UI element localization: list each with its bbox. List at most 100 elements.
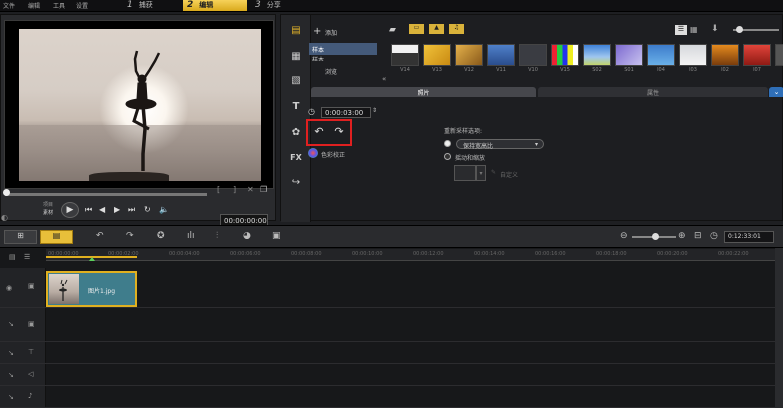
menu-tools[interactable]: 工具 (53, 1, 65, 10)
repeat-icon[interactable]: ↻ (144, 205, 151, 214)
library-thumb[interactable] (455, 44, 483, 66)
audio-mixer-icon[interactable]: ılı (187, 231, 195, 241)
next-frame-icon[interactable]: ▶ (114, 205, 120, 214)
track-visibility-icon[interactable]: ◉ (6, 284, 12, 292)
expand-options-icon[interactable]: ⌄ (769, 87, 783, 97)
volume-icon[interactable]: 🔈 (159, 205, 169, 214)
project-duration-timecode[interactable]: 0:12:33:01 (724, 231, 774, 243)
library-thumb[interactable] (647, 44, 675, 66)
media-icon[interactable]: ▤ (287, 25, 305, 39)
timeline-clip[interactable]: 图片1.jpg (46, 271, 137, 307)
library-thumb[interactable] (583, 44, 611, 66)
folder-icon[interactable]: ▰ (389, 25, 396, 35)
library-thumb[interactable] (423, 44, 451, 66)
zoom-in-icon[interactable]: ⊕ (678, 231, 686, 241)
pan-zoom-label[interactable]: 摇动和缩放 (455, 153, 485, 162)
subtitle-icon[interactable]: ▣ (272, 231, 281, 241)
rotate-left-icon[interactable]: ↶ (311, 125, 327, 141)
preset-dropdown-icon[interactable]: ▾ (476, 165, 486, 181)
filter-fx-icon[interactable]: FX (287, 153, 305, 167)
color-wheel-icon[interactable] (308, 148, 318, 158)
mark-out-icon[interactable]: ] (233, 185, 236, 194)
tab-attributes[interactable]: 属性 (538, 87, 768, 97)
project-mode-label[interactable]: 项目 (43, 201, 53, 208)
left-arrow-icon[interactable]: ◐ (1, 213, 8, 222)
storyboard-view-icon[interactable]: ⊞ (4, 230, 37, 244)
track-visibility-icon[interactable]: ↘ (8, 371, 14, 379)
customize-icon[interactable]: ✎ (491, 169, 496, 176)
rotate-right-icon[interactable]: ↷ (331, 125, 347, 141)
library-thumb[interactable] (743, 44, 771, 66)
zoom-slider-handle[interactable] (652, 233, 659, 240)
sort-icon[interactable]: ⬇ (711, 24, 719, 34)
thumbnail-view-icon[interactable]: ▦ (690, 25, 698, 34)
step-capture[interactable]: 1 捕获 (123, 0, 179, 11)
thumbnail-size-handle[interactable] (736, 26, 743, 33)
clip-ballerina-thumb (59, 279, 68, 301)
title-icon[interactable]: T (287, 101, 305, 115)
graphics-icon[interactable]: ✿ (287, 127, 305, 141)
customize-label[interactable]: 自定义 (500, 170, 518, 179)
playhead-marker[interactable] (89, 257, 95, 261)
library-thumb[interactable] (519, 44, 547, 66)
mark-in-icon[interactable]: [ (217, 185, 220, 194)
prev-frame-icon[interactable]: ◀ (99, 205, 105, 214)
audio-filter-icon[interactable]: ♫ (449, 24, 464, 34)
library-thumb[interactable] (551, 44, 579, 66)
video-filter-icon[interactable]: ▭ (409, 24, 424, 34)
copy-icon[interactable]: ❐ (260, 185, 267, 194)
track-visibility-icon[interactable]: ↘ (8, 320, 14, 328)
zoom-out-icon[interactable]: ⊖ (620, 231, 628, 241)
library-thumb[interactable] (775, 44, 783, 66)
color-correction-label[interactable]: 色彩校正 (321, 150, 345, 159)
track-header: ↘ ◁ (0, 364, 46, 385)
menu-edit[interactable]: 编辑 (28, 1, 40, 10)
redo-icon[interactable]: ↷ (126, 231, 134, 241)
transition-icon[interactable]: ▧ (287, 75, 305, 89)
library-thumb[interactable] (391, 44, 419, 66)
category-browse[interactable]: 浏览 (309, 65, 377, 77)
duration-field[interactable]: 0:00:03:00 (321, 107, 371, 118)
path-icon[interactable]: ↪ (287, 177, 305, 191)
pan-zoom-preset[interactable] (454, 165, 476, 181)
keep-aspect-dropdown[interactable]: 保持宽高比 ▾ (456, 139, 544, 150)
smart-proxy-icon[interactable]: ✪ (157, 231, 165, 241)
auto-music-icon[interactable]: ⫶ (216, 231, 218, 241)
seek-handle[interactable] (3, 189, 10, 196)
collapse-library-icon[interactable]: « (382, 75, 386, 83)
go-end-icon[interactable]: ⏭ (128, 205, 135, 215)
split-icon[interactable]: ✕ (247, 185, 254, 194)
step-edit[interactable]: 2 编辑 (183, 0, 247, 11)
track-visibility-icon[interactable]: ↘ (8, 393, 14, 401)
chapter-icon[interactable]: ☰ (24, 253, 30, 261)
menu-file[interactable]: 文件 (3, 1, 15, 10)
keep-aspect-radio[interactable] (444, 140, 451, 147)
clip-mode-label[interactable]: 素材 (43, 209, 53, 216)
track-manager-icon[interactable]: ▤ (9, 253, 16, 261)
track-visibility-icon[interactable]: ↘ (8, 349, 14, 357)
list-view-icon[interactable]: ☰ (675, 25, 687, 35)
seek-bar[interactable] (5, 193, 207, 196)
library-thumb[interactable] (711, 44, 739, 66)
instant-project-icon[interactable]: ▦ (287, 51, 305, 65)
step-share[interactable]: 3 分享 (251, 0, 307, 11)
pan-zoom-radio[interactable] (444, 153, 451, 160)
library-thumb[interactable] (679, 44, 707, 66)
category-sample-2[interactable]: 样本 (309, 53, 377, 61)
menu-settings[interactable]: 设置 (76, 1, 88, 10)
play-button[interactable]: ▶ (61, 202, 79, 218)
library-thumb[interactable] (487, 44, 515, 66)
undo-icon[interactable]: ↶ (96, 231, 104, 241)
duration-stepper-icon[interactable]: ⇕ (372, 107, 377, 114)
timeline-view-icon[interactable]: ▤ (40, 230, 73, 244)
thumb-label: I07 (753, 67, 761, 73)
motion-tracking-icon[interactable]: ◕ (243, 231, 251, 241)
timeline-scrollbar[interactable] (775, 248, 783, 408)
tab-photo[interactable]: 照片 (311, 87, 536, 97)
timeline: ⊞ ▤ ↶ ↷ ✪ ılı ⫶ ◕ ▣ ⊖ ⊕ ⊟ ◷ 0:12:33:01 ▤… (0, 225, 783, 408)
timeline-ruler[interactable]: 00:00:00:00 00:00:02:00 00:00:04:00 00:0… (46, 249, 783, 261)
go-start-icon[interactable]: ⏮ (85, 205, 92, 215)
fit-project-icon[interactable]: ⊟ (694, 231, 702, 241)
photo-filter-icon[interactable]: ▲ (429, 24, 444, 34)
library-thumb[interactable] (615, 44, 643, 66)
